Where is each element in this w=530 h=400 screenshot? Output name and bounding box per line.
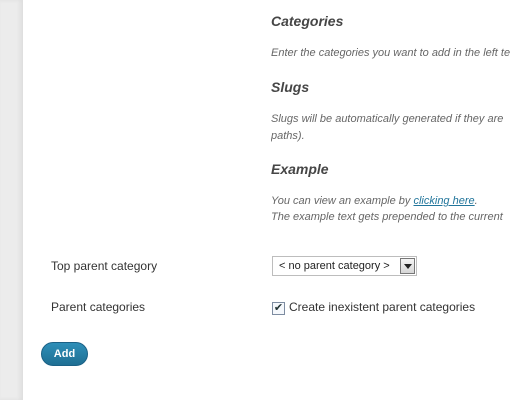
checkmark-icon: ✔: [273, 302, 284, 314]
chevron-down-icon[interactable]: [400, 258, 415, 274]
top-parent-category-value: < no parent category >: [279, 260, 390, 272]
example-text-prefix: You can view an example by: [271, 195, 414, 207]
example-text-suffix: .: [474, 195, 478, 207]
create-parents-checkbox[interactable]: ✔: [272, 302, 285, 315]
categories-heading: Categories: [271, 13, 344, 29]
categories-help-text: Enter the categories you want to add in …: [271, 47, 511, 59]
slugs-help-text-line2: paths).: [271, 130, 305, 142]
help-panel: Categories Enter the categories you want…: [271, 0, 530, 230]
admin-sidebar-edge: [0, 0, 23, 400]
example-help-text-line2: The example text gets prepended to the c…: [271, 211, 503, 223]
top-parent-category-label: Top parent category: [51, 259, 158, 273]
create-parents-label[interactable]: Create inexistent parent categories: [289, 300, 475, 314]
slugs-help-text-line1: Slugs will be automatically generated if…: [271, 113, 504, 125]
example-heading: Example: [271, 161, 329, 177]
example-help-text: You can view an example by clicking here…: [271, 193, 478, 209]
slugs-heading: Slugs: [271, 79, 310, 95]
top-parent-category-select[interactable]: < no parent category >: [272, 256, 417, 276]
add-button[interactable]: Add: [41, 342, 88, 366]
example-link[interactable]: clicking here: [413, 195, 474, 207]
parent-categories-label: Parent categories: [51, 300, 146, 314]
